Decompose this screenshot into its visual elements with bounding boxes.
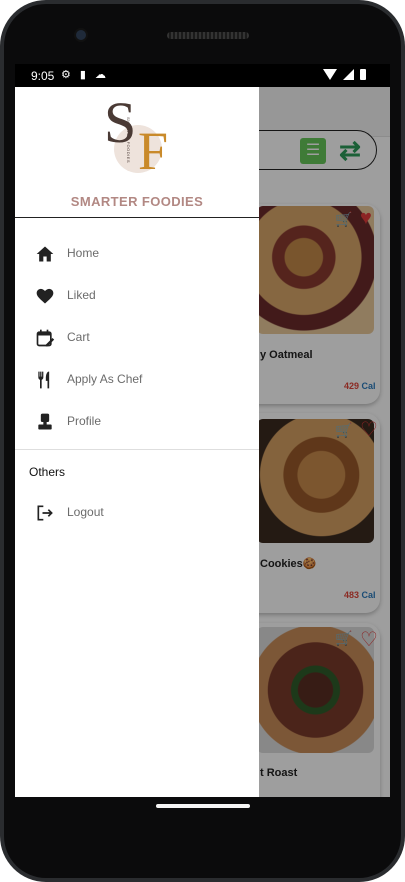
logout-icon: [37, 505, 53, 521]
drawer-item-logout[interactable]: Logout: [15, 492, 259, 532]
app-logo: S F SMARTER FOODIES: [104, 90, 176, 181]
drawer-item-liked[interactable]: Liked: [15, 275, 259, 315]
drawer-item-apply-as-chef[interactable]: Apply As Chef: [15, 359, 259, 399]
restaurant-icon: [38, 371, 50, 389]
drawer-item-label: Cart: [67, 330, 90, 344]
drawer-section-title: Others: [29, 465, 66, 479]
heart-icon: [36, 288, 54, 304]
status-time: 9:05: [31, 69, 55, 83]
gesture-nav-handle[interactable]: [156, 804, 250, 808]
logo-letter-f: F: [138, 121, 169, 181]
battery-icon: [360, 69, 366, 80]
navigation-drawer: S F SMARTER FOODIES SMARTER FOODIES Home…: [15, 87, 259, 797]
status-system-icons: [323, 69, 366, 80]
front-camera: [74, 28, 88, 42]
home-icon: [36, 246, 54, 262]
drawer-item-label: Liked: [67, 288, 96, 302]
screen: 9:05 ⚙ ▮ ☁ ☰ ⇄ 🛒 ♥ y Oatmeal 429 Cal 🛒 ♡…: [15, 64, 390, 797]
earpiece-speaker: [167, 32, 249, 39]
signal-icon: [343, 69, 354, 80]
drawer-item-label: Profile: [67, 414, 102, 428]
wifi-icon: [323, 69, 337, 80]
drawer-divider: [15, 449, 259, 450]
drawer-header: S F SMARTER FOODIES SMARTER FOODIES: [15, 87, 259, 218]
drawer-item-label: Home: [67, 246, 100, 260]
drawer-item-label: Apply As Chef: [67, 372, 143, 386]
calendar-edit-icon: [36, 329, 55, 347]
logo-small-text: SMARTER FOODIES: [126, 117, 131, 164]
drawer-item-profile[interactable]: Profile: [15, 401, 259, 441]
person-icon: [38, 413, 52, 430]
logo-letter-s: S: [104, 90, 137, 155]
status-bar: 9:05 ⚙ ▮ ☁: [15, 64, 390, 87]
drawer-item-home[interactable]: Home: [15, 233, 259, 273]
drawer-item-cart[interactable]: Cart: [15, 317, 259, 357]
status-notification-icons: ⚙ ▮ ☁: [61, 69, 110, 81]
drawer-item-label: Logout: [67, 505, 104, 519]
brand-name: SMARTER FOODIES: [70, 194, 204, 209]
